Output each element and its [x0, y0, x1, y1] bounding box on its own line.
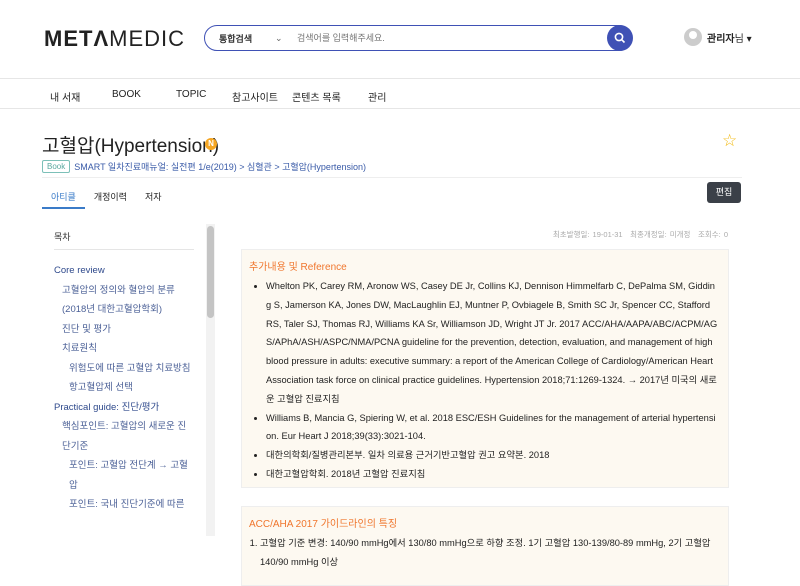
- nav-reference-sites[interactable]: 참고사이트: [232, 89, 278, 104]
- new-badge: N: [205, 138, 217, 150]
- user-suffix: 님 ▾: [734, 33, 752, 45]
- nav-book[interactable]: BOOK: [112, 89, 141, 100]
- breadcrumb: Book SMART 일차진료매뉴얼: 실전편 1/e(2019) > 심혈관 >…: [42, 160, 366, 173]
- reference-item: 대한의학회/질병관리본부. 일차 의료용 근거기반고혈압 권고 요약본. 201…: [266, 446, 718, 465]
- chevron-down-icon[interactable]: ⌄: [275, 33, 297, 44]
- nav-admin[interactable]: 관리: [368, 89, 386, 104]
- toc-scrollbar-thumb[interactable]: [207, 226, 214, 318]
- toc-item[interactable]: 위험도에 따른 고혈압 치료방침: [54, 359, 194, 379]
- reference-box: 추가내용 및 Reference Whelton PK, Carey RM, A…: [241, 249, 729, 488]
- search-icon: [614, 32, 626, 44]
- toc-item[interactable]: Core review: [54, 261, 194, 281]
- toc-item[interactable]: 항고혈압제 선택: [54, 378, 194, 398]
- search-scope-select[interactable]: 통합검색: [205, 32, 275, 45]
- nav-content-list[interactable]: 콘텐츠 목록: [292, 89, 341, 104]
- book-badge: Book: [42, 160, 71, 173]
- article-tabs: 아티클 개정이력 저자: [42, 185, 171, 209]
- toc-heading: 목차: [54, 230, 194, 250]
- reference-item: 대한고혈압학회. 2018년 고혈압 진료지침: [266, 465, 718, 484]
- logo[interactable]: METΛMEDIC: [44, 26, 185, 52]
- user-menu[interactable]: 관리자 님 ▾: [684, 28, 752, 46]
- toc-item[interactable]: Practical guide: 진단/평가: [54, 398, 194, 418]
- tab-article[interactable]: 아티클: [42, 185, 85, 209]
- page-title: 고혈압(Hypertension): [42, 136, 220, 157]
- tab-authors[interactable]: 저자: [136, 185, 171, 209]
- search-input[interactable]: [297, 33, 607, 43]
- reference-item: Williams B, Mancia G, Spiering W, et al.…: [266, 409, 718, 447]
- toc-item[interactable]: 고혈압의 정의와 혈압의 분류(2018년 대한고혈압학회): [54, 281, 194, 320]
- toc-item[interactable]: 치료원칙: [54, 339, 194, 359]
- main-nav: 내 서재 BOOK TOPIC 참고사이트 콘텐츠 목록 관리: [0, 78, 800, 109]
- tab-revision-history[interactable]: 개정이력: [85, 185, 136, 209]
- breadcrumb-link[interactable]: SMART 일차진료매뉴얼: 실전편 1/e(2019) > 심혈관 > 고혈압…: [74, 160, 366, 173]
- toc-item[interactable]: 포인트: 고혈압 전단계 → 고혈압: [54, 456, 194, 495]
- user-name: 관리자: [707, 33, 735, 45]
- article-meta: 최초발행일: 19-01-31 최종개정일: 미개정 조회수: 0: [552, 230, 728, 239]
- guideline-title: ACC/AHA 2017 가이드라인의 특징: [249, 519, 398, 530]
- search-bar: 통합검색 ⌄: [204, 25, 633, 51]
- reference-title: 추가내용 및 Reference: [249, 262, 347, 273]
- nav-topic[interactable]: TOPIC: [176, 89, 206, 100]
- avatar: [684, 28, 702, 46]
- toc-item[interactable]: 포인트: 국내 진단기준에 따른: [54, 495, 194, 515]
- star-icon[interactable]: ☆: [722, 131, 737, 151]
- reference-item: Whelton PK, Carey RM, Aronow WS, Casey D…: [266, 277, 718, 409]
- nav-my-library[interactable]: 내 서재: [50, 89, 80, 104]
- search-button[interactable]: [607, 25, 633, 51]
- edit-button[interactable]: 편집: [707, 182, 741, 203]
- table-of-contents: 목차 Core review 고혈압의 정의와 혈압의 분류(2018년 대한고…: [54, 230, 194, 515]
- toc-item[interactable]: 핵심포인트: 고혈압의 새로운 진단기준: [54, 417, 194, 456]
- divider: [42, 177, 742, 178]
- guideline-box: ACC/AHA 2017 가이드라인의 특징 고혈압 기준 변경: 140/90…: [241, 506, 729, 586]
- guideline-item: 고혈압 기준 변경: 140/90 mmHg에서 130/80 mmHg으로 하…: [260, 534, 718, 572]
- toc-item[interactable]: 진단 및 평가: [54, 320, 194, 340]
